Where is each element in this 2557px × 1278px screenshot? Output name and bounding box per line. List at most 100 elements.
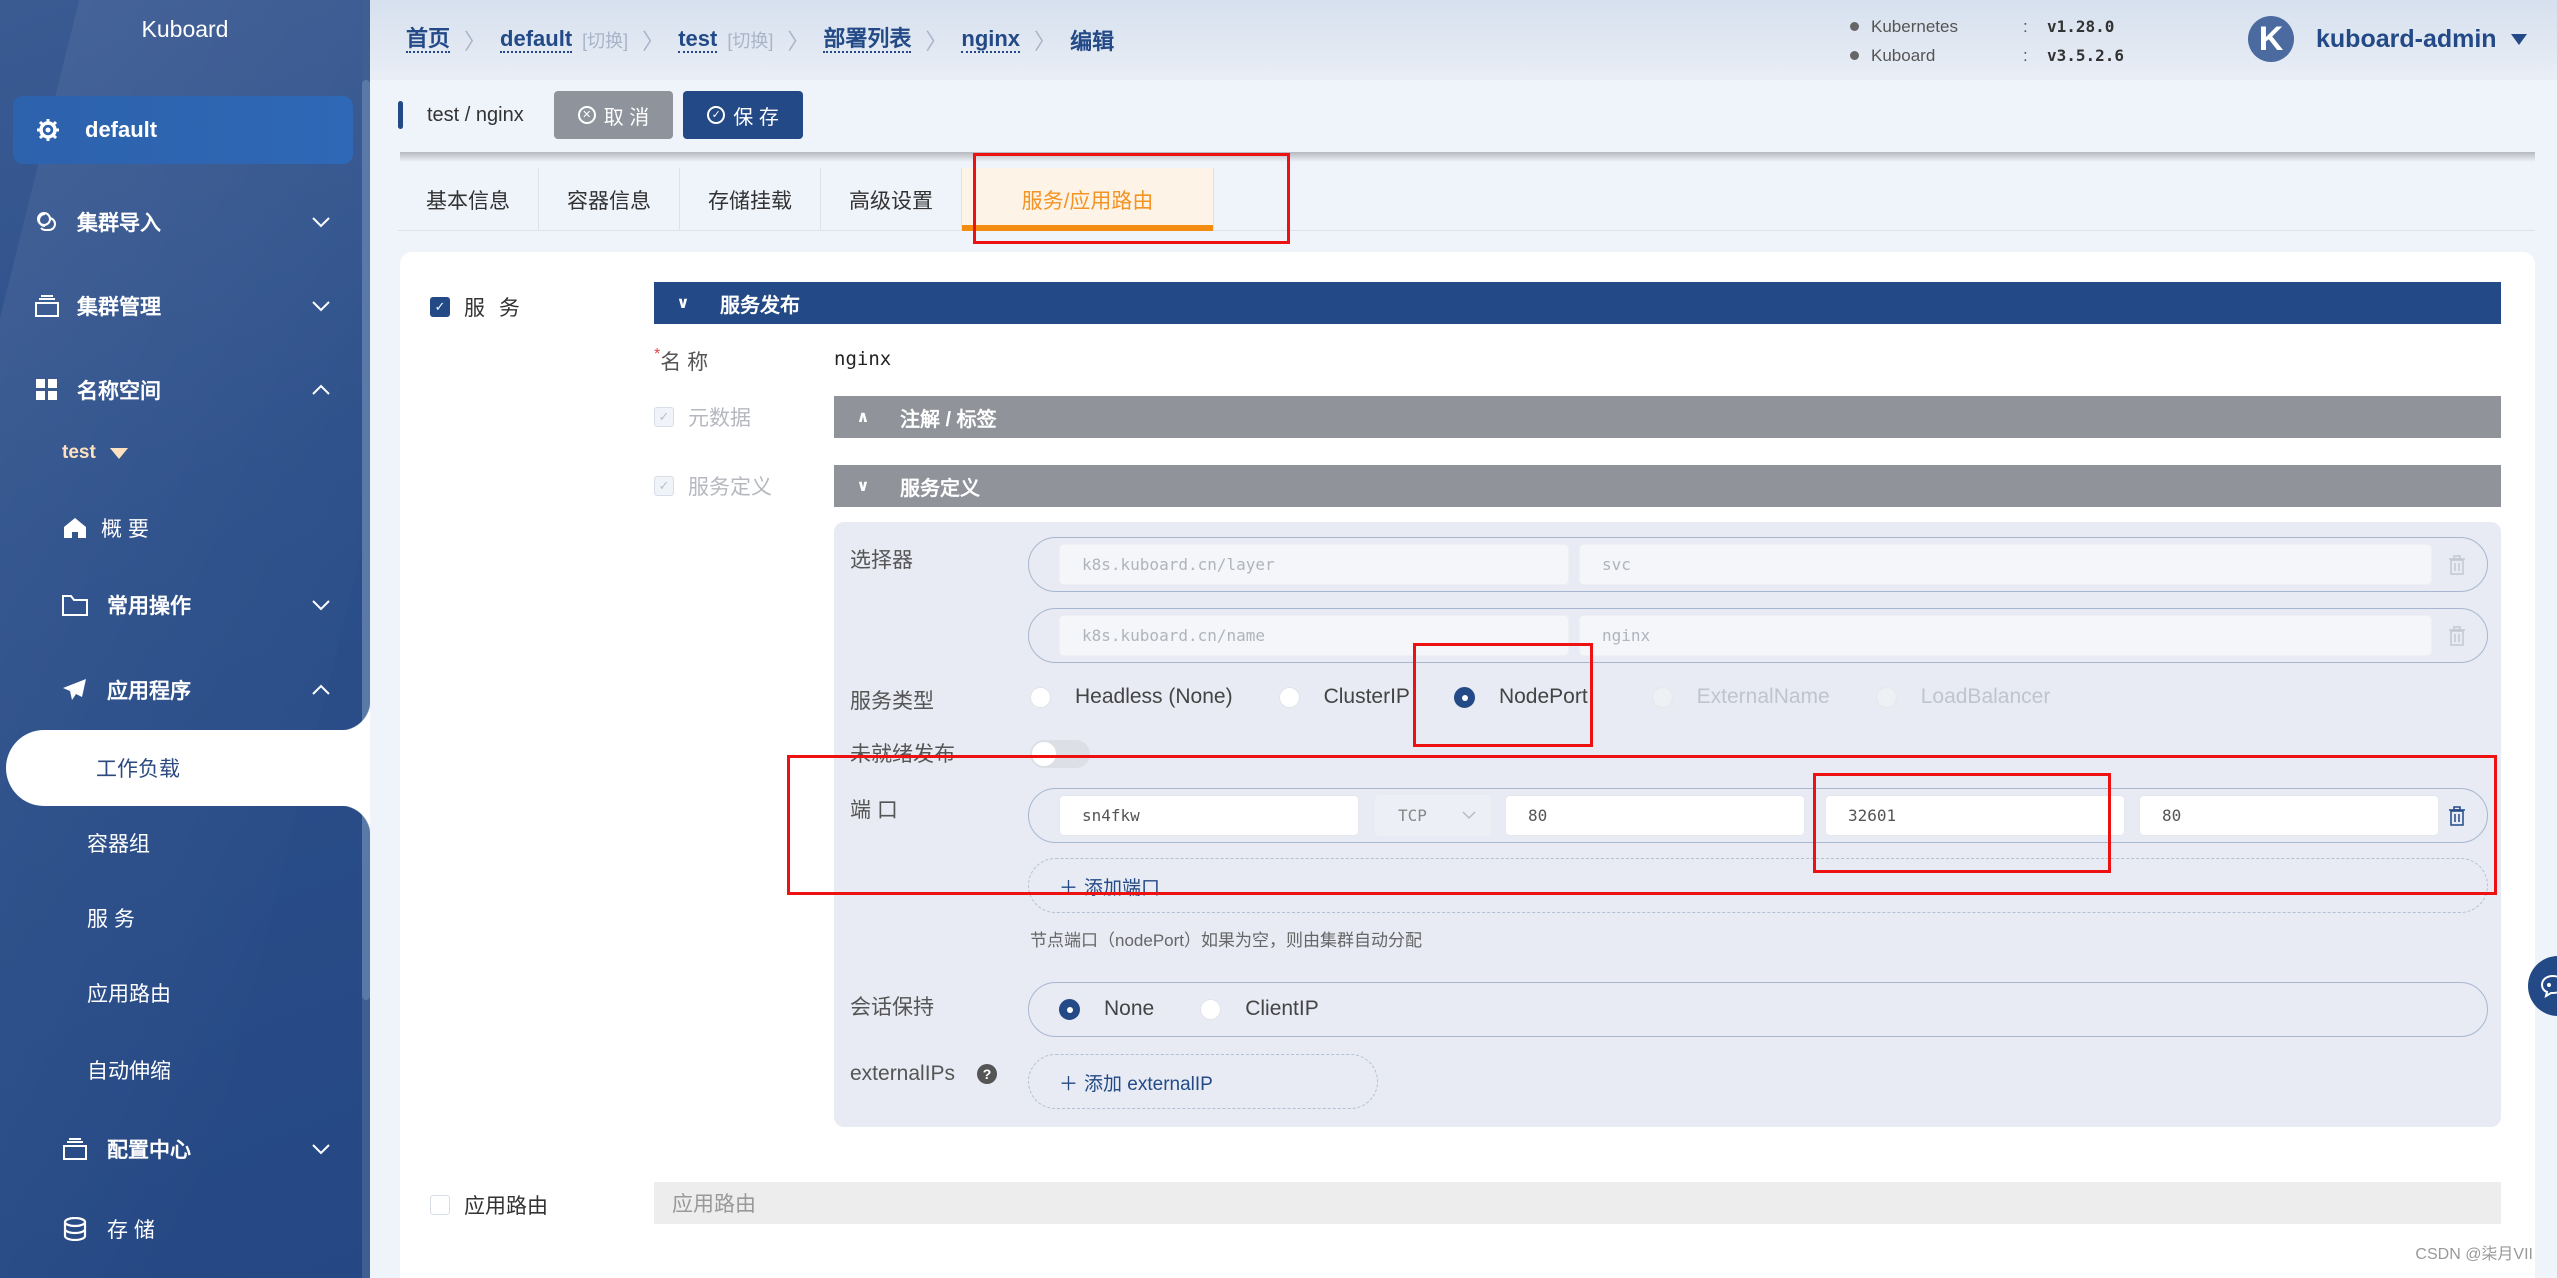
- sidebar-scrollbar[interactable]: [362, 80, 370, 1000]
- check-circle-icon: ✓: [707, 106, 726, 124]
- tab-advanced[interactable]: 高级设置: [821, 168, 962, 231]
- service-type-label: 服务类型: [850, 690, 934, 713]
- radio-session-none[interactable]: None: [1059, 997, 1154, 1021]
- service-definition-header[interactable]: ∨ 服务定义: [834, 465, 2501, 507]
- service-enable-checkbox[interactable]: ✓ 服 务: [430, 292, 524, 322]
- database-icon: [62, 1216, 88, 1242]
- radio-clusterip[interactable]: ClusterIP: [1278, 685, 1410, 709]
- breadcrumb-deployment-nginx[interactable]: nginx: [961, 27, 1021, 53]
- paper-plane-icon: [62, 677, 88, 703]
- tab-basic-info[interactable]: 基本信息: [398, 168, 539, 231]
- add-port-button[interactable]: ＋ 添加端口: [1059, 873, 1160, 900]
- service-publish-header[interactable]: ∨ 服务发布: [654, 282, 2501, 324]
- selector-key-input[interactable]: k8s.kuboard.cn/layer: [1059, 544, 1569, 585]
- tab-container-info[interactable]: 容器信息: [539, 168, 680, 231]
- add-external-ip-row[interactable]: ＋ 添加 externalIP: [1028, 1054, 1378, 1109]
- user-name: kuboard-admin: [2316, 24, 2497, 53]
- version-kubernetes: Kubernetes : v1.28.0: [1850, 12, 2124, 41]
- sidebar-item-cluster-import[interactable]: 集群导入: [0, 192, 362, 252]
- breadcrumb-deployments[interactable]: 部署列表: [823, 27, 912, 53]
- cluster-name: default: [85, 117, 158, 142]
- plus-icon: ＋: [1059, 878, 1079, 899]
- service-name-value: nginx: [834, 348, 892, 370]
- selector-key-input[interactable]: k8s.kuboard.cn/name: [1059, 615, 1569, 656]
- port-name-input[interactable]: sn4fkw: [1059, 795, 1359, 836]
- link-icon: [34, 209, 60, 235]
- port-input[interactable]: 80: [1505, 795, 1805, 836]
- save-button[interactable]: ✓ 保 存: [683, 91, 803, 139]
- port-row: sn4fkw TCP 80 32601 80: [1028, 788, 2488, 843]
- sidebar-item-storage[interactable]: 存 储: [0, 1199, 362, 1259]
- breadcrumb-home[interactable]: 首页: [406, 27, 451, 53]
- sidebar-item-cluster-manage[interactable]: 集群管理: [0, 276, 362, 336]
- checkbox-unchecked-icon: [430, 1195, 450, 1215]
- breadcrumb: 首页 〉 default [切换] 〉 test [切换] 〉 部署列表 〉 n…: [406, 24, 1114, 56]
- breadcrumb-namespace-switch[interactable]: [切换]: [727, 27, 773, 53]
- app-logo: Kuboard: [141, 16, 229, 42]
- selector-row: k8s.kuboard.cn/layer svc: [1028, 537, 2488, 592]
- sidebar-item-namespace[interactable]: 名称空间: [0, 360, 362, 420]
- ports-label: 端 口: [850, 799, 898, 822]
- namespace-selector[interactable]: test: [62, 442, 128, 464]
- chevron-down-icon: [310, 295, 332, 317]
- target-port-input[interactable]: 80: [2139, 795, 2439, 836]
- sidebar-item-autoscaling[interactable]: 自动伸缩: [0, 1040, 362, 1100]
- sidebar-item-common-ops[interactable]: 常用操作: [0, 575, 362, 635]
- tab-storage-mount[interactable]: 存储挂载: [680, 168, 821, 231]
- service-type-radio-group: Headless (None) ClusterIP NodePort Exter…: [1030, 685, 2096, 709]
- selector-value-input[interactable]: nginx: [1579, 615, 2432, 656]
- trash-icon[interactable]: [2447, 804, 2467, 828]
- radio-icon: [1278, 686, 1300, 708]
- ingress-section-header[interactable]: 应用路由: [654, 1182, 2501, 1224]
- add-port-row[interactable]: ＋ 添加端口: [1028, 858, 2488, 913]
- cluster-selector[interactable]: default: [13, 96, 353, 164]
- node-port-input[interactable]: 32601: [1825, 795, 2125, 836]
- sidebar-item-services[interactable]: 服 务: [0, 888, 362, 948]
- sidebar-item-config-center[interactable]: 配置中心: [0, 1119, 362, 1179]
- cancel-button[interactable]: ✕ 取 消: [553, 91, 674, 139]
- breadcrumb-cluster-switch[interactable]: [切换]: [582, 27, 628, 53]
- bullet-icon: [1850, 51, 1859, 60]
- chevron-right-icon: 〉: [464, 29, 487, 54]
- annotations-labels-header[interactable]: ∧ 注解 / 标签: [834, 396, 2501, 438]
- sidebar-item-ingress[interactable]: 应用路由: [0, 963, 362, 1023]
- selector-value-input[interactable]: svc: [1579, 544, 2432, 585]
- folder-icon: [62, 592, 88, 618]
- grid-icon: [34, 377, 60, 403]
- radio-selected-icon: [1059, 998, 1080, 1020]
- chevron-down-icon: [310, 1138, 332, 1160]
- breadcrumb-namespace[interactable]: test: [678, 27, 718, 53]
- breadcrumb-cluster[interactable]: default: [500, 27, 573, 53]
- session-affinity-row: None ClientIP: [1028, 982, 2488, 1037]
- sidebar-item-workloads[interactable]: 工作负载: [6, 700, 370, 836]
- chevron-right-icon: 〉: [925, 29, 948, 54]
- trash-icon[interactable]: [2447, 553, 2467, 577]
- sidebar-item-overview[interactable]: 概 要: [0, 498, 362, 558]
- radio-session-clientip[interactable]: ClientIP: [1200, 997, 1319, 1021]
- unready-publish-toggle[interactable]: [1030, 740, 1090, 768]
- editor-tabs: 基本信息 容器信息 存储挂载 高级设置 服务/应用路由: [398, 168, 2535, 231]
- protocol-select[interactable]: TCP: [1375, 795, 1491, 836]
- checkbox-disabled-icon: ✓: [654, 407, 674, 427]
- unready-publish-label: 未就绪发布: [850, 743, 955, 766]
- breadcrumb-current: 编辑: [1070, 29, 1115, 54]
- radio-headless[interactable]: Headless (None): [1030, 685, 1233, 709]
- sidebar-item-applications[interactable]: 应用程序: [0, 660, 362, 720]
- toggle-knob: [1032, 742, 1056, 766]
- ingress-enable-checkbox[interactable]: 应用路由: [430, 1190, 548, 1220]
- sidebar: Kuboard default 集群导入 集群管理 名称空间 test 概 要 …: [0, 0, 370, 1278]
- help-icon[interactable]: ?: [977, 1064, 998, 1084]
- trash-icon[interactable]: [2447, 624, 2467, 648]
- watermark: CSDN @柒月VII: [2415, 1246, 2533, 1263]
- checkbox-checked-icon: ✓: [430, 297, 450, 317]
- chevron-right-icon: 〉: [787, 29, 810, 54]
- sidebar-item-pods[interactable]: 容器组: [0, 813, 362, 873]
- chevron-down-icon: [310, 594, 332, 616]
- tab-service-ingress[interactable]: 服务/应用路由: [962, 168, 1214, 231]
- divider: [400, 152, 2535, 162]
- page-title: test / nginx: [427, 103, 524, 126]
- radio-nodeport[interactable]: NodePort: [1453, 685, 1588, 709]
- user-menu[interactable]: K kuboard-admin: [2248, 16, 2527, 62]
- add-external-ip-button[interactable]: ＋ 添加 externalIP: [1059, 1069, 1213, 1096]
- radio-icon: [1875, 686, 1897, 708]
